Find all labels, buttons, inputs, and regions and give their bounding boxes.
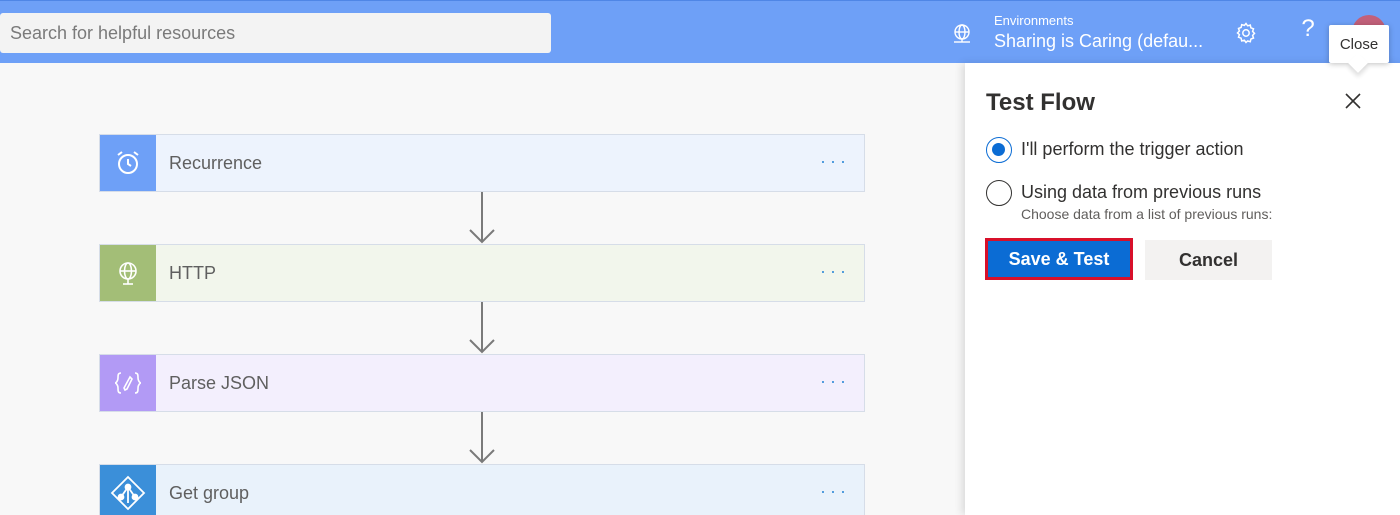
azure-ad-icon <box>110 475 146 511</box>
more-options-button[interactable]: ··· <box>820 152 850 170</box>
globe-icon <box>119 262 137 285</box>
radio-perform-trigger[interactable] <box>986 137 1012 163</box>
environment-selector[interactable]: Sharing is Caring (defau... <box>994 31 1203 52</box>
search-input[interactable] <box>0 13 551 53</box>
radio-sublabel: Choose data from a list of previous runs… <box>1021 206 1273 222</box>
step-title: Recurrence <box>169 153 263 173</box>
save-test-button[interactable]: Save & Test <box>985 238 1133 280</box>
step-tile <box>100 465 156 515</box>
more-options-button[interactable]: ··· <box>820 482 850 500</box>
environment-icon[interactable] <box>950 22 974 46</box>
step-title: HTTP <box>169 263 216 283</box>
step-parse-json[interactable]: Parse JSON ··· <box>99 354 865 412</box>
arrow-down-icon <box>469 192 495 244</box>
panel-title: Test Flow <box>986 89 1095 116</box>
gear-icon[interactable] <box>1234 21 1258 45</box>
help-icon[interactable]: ? <box>1298 15 1318 43</box>
radio-previous-runs[interactable] <box>986 180 1012 206</box>
close-icon[interactable] <box>1343 91 1363 111</box>
arrow-down-icon <box>469 302 495 354</box>
top-header: Environments Sharing is Caring (defau...… <box>0 0 1400 63</box>
test-flow-panel: Test Flow I'll perform the trigger actio… <box>965 63 1400 515</box>
alarm-clock-icon <box>117 151 139 174</box>
step-title: Parse JSON <box>169 373 270 393</box>
step-tile <box>100 245 156 301</box>
step-recurrence[interactable]: Recurrence ··· <box>99 134 865 192</box>
json-braces-icon <box>114 372 142 394</box>
cancel-button[interactable]: Cancel <box>1145 240 1272 280</box>
step-http[interactable]: HTTP ··· <box>99 244 865 302</box>
environments-label: Environments <box>994 13 1074 28</box>
radio-label: Using data from previous runs <box>1021 182 1262 202</box>
step-get-group[interactable]: Get group ··· <box>99 464 865 515</box>
more-options-button[interactable]: ··· <box>820 372 850 390</box>
close-tooltip: Close <box>1329 25 1389 63</box>
step-tile <box>100 135 156 191</box>
step-title: Get group <box>169 483 250 503</box>
flow-canvas: Recurrence ··· HTTP ··· Parse JSON ··· G… <box>0 63 965 515</box>
more-options-button[interactable]: ··· <box>820 262 850 280</box>
step-tile <box>100 355 156 411</box>
radio-label: I'll perform the trigger action <box>1021 139 1244 159</box>
arrow-down-icon <box>469 412 495 464</box>
